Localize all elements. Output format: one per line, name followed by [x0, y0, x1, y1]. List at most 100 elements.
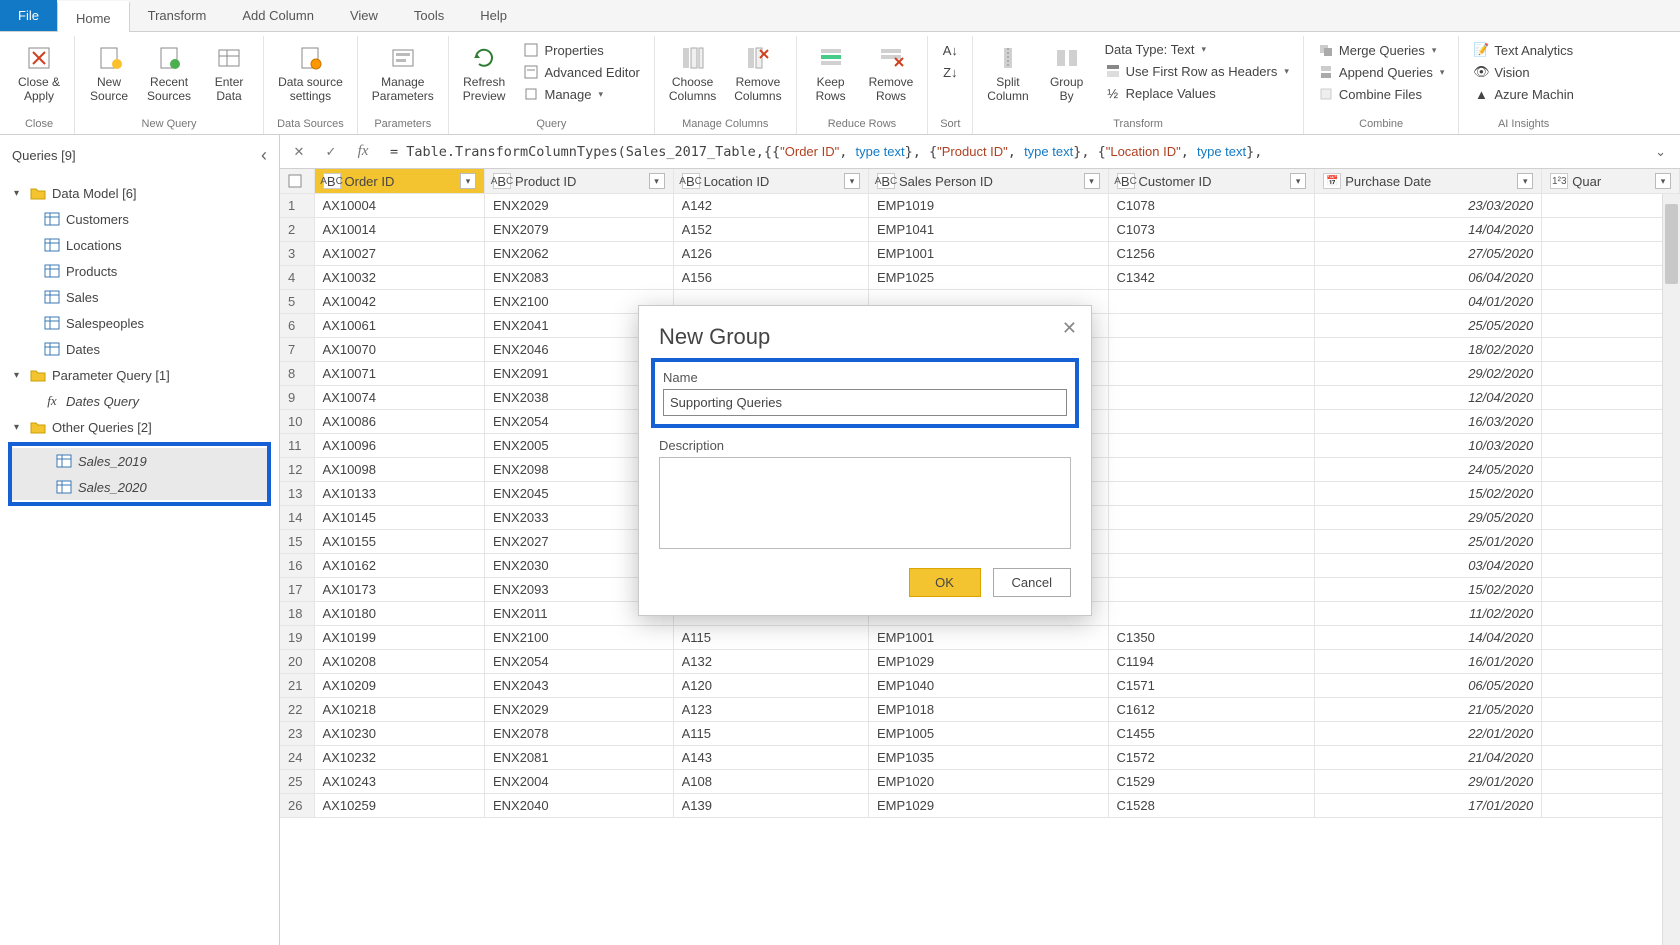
- grid-cell[interactable]: [1542, 674, 1680, 698]
- grid-cell[interactable]: AX10243: [314, 770, 484, 794]
- ok-button[interactable]: OK: [909, 568, 981, 597]
- grid-cell[interactable]: 12/04/2020: [1315, 386, 1542, 410]
- grid-cell[interactable]: A120: [673, 674, 868, 698]
- grid-cell[interactable]: EMP1019: [868, 194, 1108, 218]
- grid-cell[interactable]: A143: [673, 746, 868, 770]
- grid-cell[interactable]: C1572: [1108, 746, 1315, 770]
- grid-cell[interactable]: AX10071: [314, 362, 484, 386]
- expand-formula-icon[interactable]: ⌄: [1649, 144, 1672, 160]
- grid-cell[interactable]: ENX2081: [484, 746, 673, 770]
- manage-query-button[interactable]: Manage▾: [517, 84, 645, 104]
- keep-rows-button[interactable]: Keep Rows: [805, 38, 857, 108]
- grid-cell[interactable]: [1542, 722, 1680, 746]
- grid-cell[interactable]: [1108, 386, 1315, 410]
- grid-cell[interactable]: C1529: [1108, 770, 1315, 794]
- grid-cell[interactable]: ENX2029: [484, 698, 673, 722]
- folder-0[interactable]: ▾Data Model [6]: [0, 180, 279, 206]
- grid-cell[interactable]: A123: [673, 698, 868, 722]
- grid-cell[interactable]: [1108, 530, 1315, 554]
- first-row-headers-button[interactable]: Use First Row as Headers▾: [1099, 61, 1295, 81]
- grid-cell[interactable]: EMP1025: [868, 266, 1108, 290]
- grid-cell[interactable]: [1542, 794, 1680, 818]
- grid-cell[interactable]: [1108, 506, 1315, 530]
- row-number[interactable]: 15: [280, 530, 314, 554]
- group-description-input[interactable]: [659, 457, 1071, 549]
- grid-cell[interactable]: EMP1005: [868, 722, 1108, 746]
- cancel-formula-icon[interactable]: ✕: [288, 141, 310, 163]
- sort-asc-button[interactable]: A↓: [936, 40, 964, 60]
- row-number[interactable]: 9: [280, 386, 314, 410]
- grid-cell[interactable]: [1108, 602, 1315, 626]
- grid-cell[interactable]: 21/05/2020: [1315, 698, 1542, 722]
- grid-cell[interactable]: AX10199: [314, 626, 484, 650]
- grid-cell[interactable]: C1194: [1108, 650, 1315, 674]
- grid-cell[interactable]: 25/05/2020: [1315, 314, 1542, 338]
- row-number[interactable]: 23: [280, 722, 314, 746]
- remove-columns-button[interactable]: Remove Columns: [728, 38, 787, 108]
- grid-cell[interactable]: 03/04/2020: [1315, 554, 1542, 578]
- close-dialog-icon[interactable]: ✕: [1058, 314, 1081, 343]
- grid-cell[interactable]: [1108, 410, 1315, 434]
- grid-cell[interactable]: AX10173: [314, 578, 484, 602]
- grid-cell[interactable]: 29/02/2020: [1315, 362, 1542, 386]
- row-number[interactable]: 1: [280, 194, 314, 218]
- row-number[interactable]: 19: [280, 626, 314, 650]
- grid-cell[interactable]: 14/04/2020: [1315, 218, 1542, 242]
- vertical-scrollbar[interactable]: [1662, 194, 1680, 945]
- grid-cell[interactable]: [1108, 554, 1315, 578]
- grid-cell[interactable]: A156: [673, 266, 868, 290]
- grid-cell[interactable]: AX10145: [314, 506, 484, 530]
- grid-cell[interactable]: [1542, 530, 1680, 554]
- row-number[interactable]: 7: [280, 338, 314, 362]
- text-analytics-button[interactable]: 📝Text Analytics: [1467, 40, 1579, 60]
- grid-cell[interactable]: 17/01/2020: [1315, 794, 1542, 818]
- grid-cell[interactable]: 21/04/2020: [1315, 746, 1542, 770]
- row-number[interactable]: 22: [280, 698, 314, 722]
- grid-corner[interactable]: [280, 169, 314, 194]
- folder-1[interactable]: ▾Parameter Query [1]: [0, 362, 279, 388]
- row-number[interactable]: 11: [280, 434, 314, 458]
- advanced-editor-button[interactable]: Advanced Editor: [517, 62, 645, 82]
- grid-cell[interactable]: [1542, 626, 1680, 650]
- grid-cell[interactable]: 27/05/2020: [1315, 242, 1542, 266]
- grid-cell[interactable]: EMP1001: [868, 626, 1108, 650]
- grid-cell[interactable]: EMP1029: [868, 650, 1108, 674]
- vision-button[interactable]: 👁Vision: [1467, 62, 1579, 82]
- grid-cell[interactable]: [1542, 338, 1680, 362]
- grid-cell[interactable]: EMP1035: [868, 746, 1108, 770]
- grid-cell[interactable]: A115: [673, 626, 868, 650]
- query-item[interactable]: Sales_2020: [12, 474, 267, 500]
- grid-cell[interactable]: [1542, 746, 1680, 770]
- grid-cell[interactable]: AX10098: [314, 458, 484, 482]
- grid-cell[interactable]: A152: [673, 218, 868, 242]
- column-header[interactable]: ABCProduct ID▾: [484, 169, 673, 194]
- grid-cell[interactable]: [1108, 482, 1315, 506]
- row-number[interactable]: 2: [280, 218, 314, 242]
- grid-cell[interactable]: ENX2100: [484, 626, 673, 650]
- tab-help[interactable]: Help: [462, 0, 525, 31]
- grid-cell[interactable]: [1108, 362, 1315, 386]
- grid-cell[interactable]: [1108, 458, 1315, 482]
- row-number[interactable]: 25: [280, 770, 314, 794]
- recent-sources-button[interactable]: Recent Sources: [141, 38, 197, 108]
- combine-files-button[interactable]: Combine Files: [1312, 84, 1450, 104]
- grid-cell[interactable]: 06/05/2020: [1315, 674, 1542, 698]
- grid-cell[interactable]: 25/01/2020: [1315, 530, 1542, 554]
- group-by-button[interactable]: Group By: [1041, 38, 1093, 108]
- query-item[interactable]: Sales: [0, 284, 279, 310]
- grid-cell[interactable]: A132: [673, 650, 868, 674]
- grid-cell[interactable]: [1542, 266, 1680, 290]
- row-number[interactable]: 16: [280, 554, 314, 578]
- grid-cell[interactable]: 14/04/2020: [1315, 626, 1542, 650]
- grid-cell[interactable]: [1108, 290, 1315, 314]
- grid-cell[interactable]: C1256: [1108, 242, 1315, 266]
- grid-cell[interactable]: A108: [673, 770, 868, 794]
- grid-cell[interactable]: 29/05/2020: [1315, 506, 1542, 530]
- row-number[interactable]: 20: [280, 650, 314, 674]
- row-number[interactable]: 26: [280, 794, 314, 818]
- grid-cell[interactable]: 16/03/2020: [1315, 410, 1542, 434]
- choose-columns-button[interactable]: Choose Columns: [663, 38, 722, 108]
- grid-cell[interactable]: C1350: [1108, 626, 1315, 650]
- column-header[interactable]: ABCLocation ID▾: [673, 169, 868, 194]
- grid-cell[interactable]: EMP1001: [868, 242, 1108, 266]
